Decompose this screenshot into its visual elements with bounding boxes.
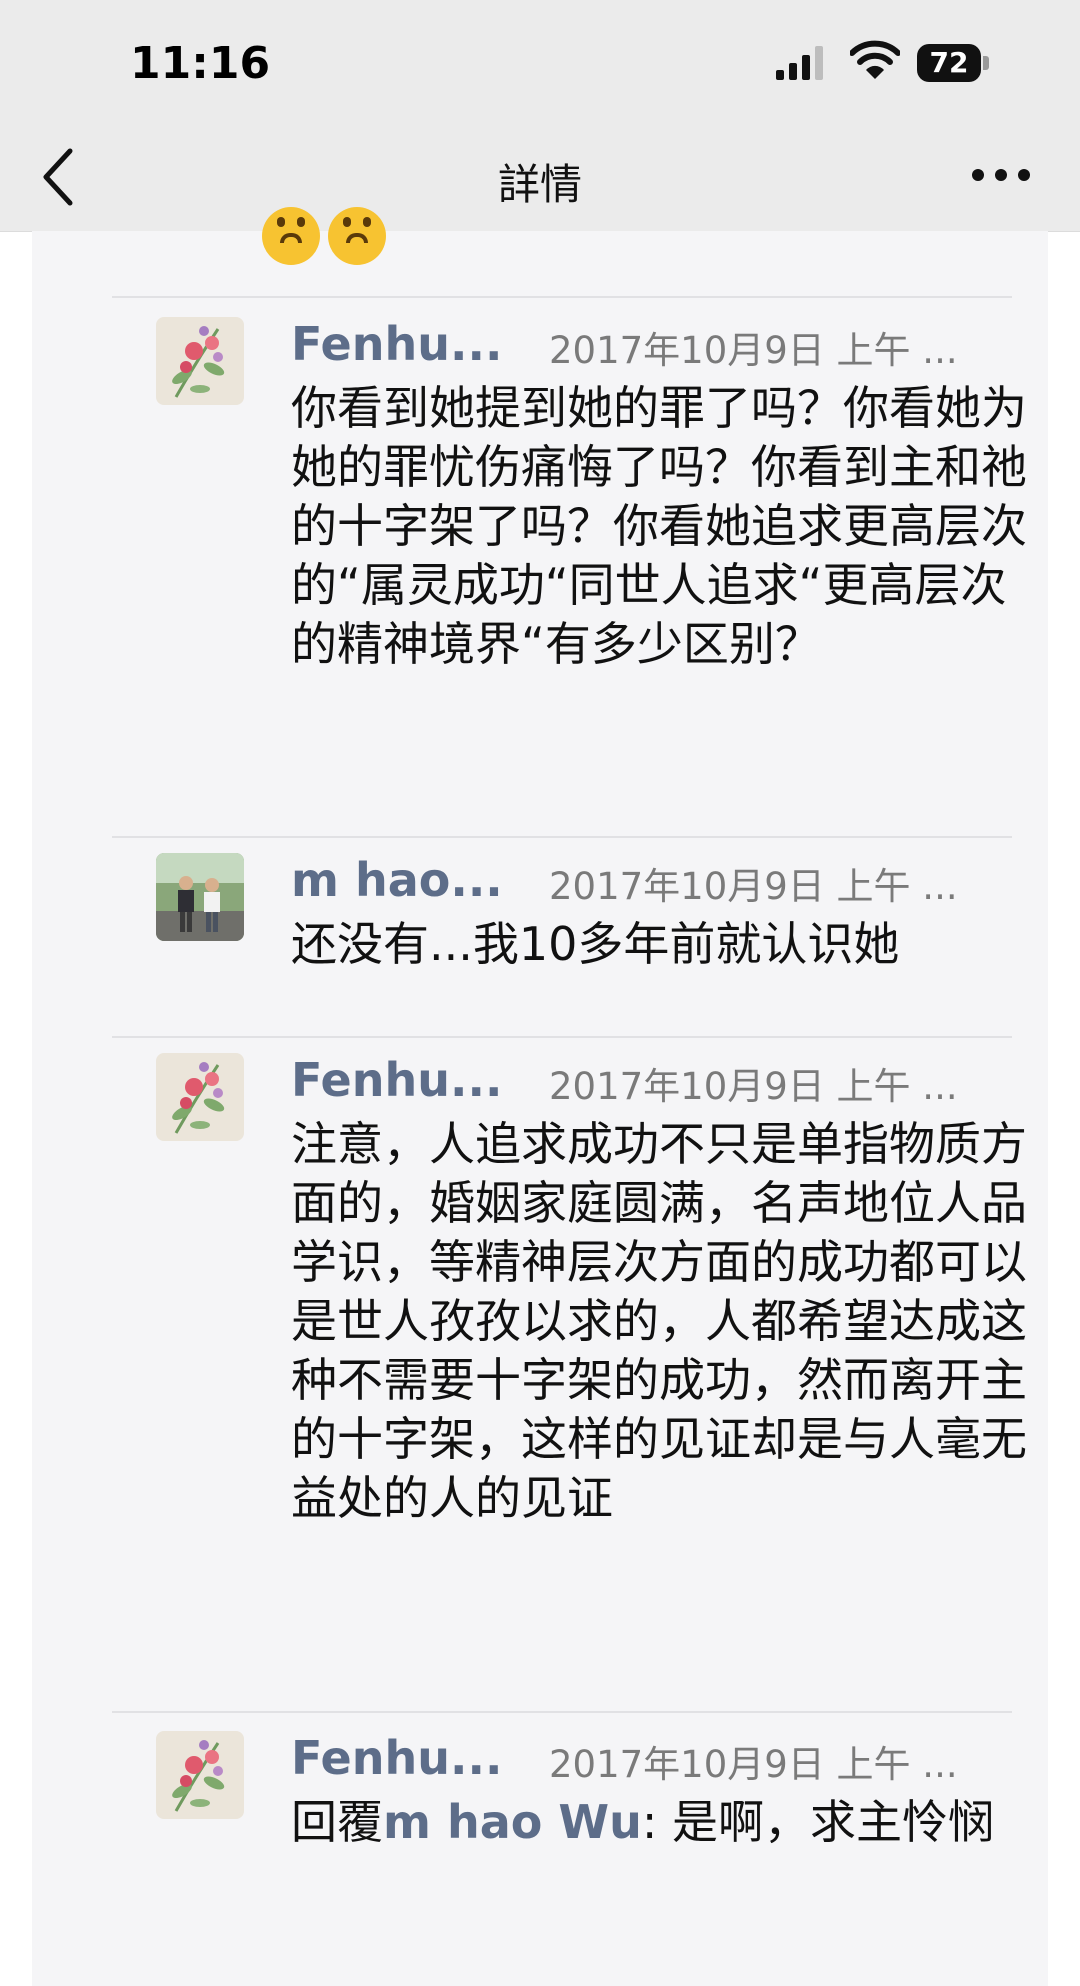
comment-author[interactable]: m hao... — [291, 853, 503, 907]
emoji-icon — [328, 207, 386, 265]
flower-avatar-image — [156, 317, 244, 405]
navigation-bar: 詳情 — [0, 125, 1080, 232]
reply-text: : 是啊，求主怜悯 — [641, 1795, 994, 1849]
divider — [112, 836, 1012, 838]
battery-icon: 72 — [917, 44, 991, 84]
emoji-icon — [262, 207, 320, 265]
photo-avatar-image — [156, 853, 244, 941]
reply-mention-link[interactable]: m hao Wu — [383, 1795, 642, 1849]
cellular-signal-icon — [776, 46, 823, 80]
battery-cap — [983, 56, 989, 70]
avatar[interactable] — [156, 1731, 244, 1819]
comment-header: Fenhu... 2017年10月9日 上午 ... — [291, 1731, 1036, 1791]
avatar[interactable] — [156, 853, 244, 941]
comment-author[interactable]: Fenhu... — [291, 1731, 502, 1785]
battery-level: 72 — [917, 44, 981, 82]
page-title: 詳情 — [497, 160, 582, 209]
avatar[interactable] — [156, 317, 244, 405]
comment-date: 2017年10月9日 上午 ... — [549, 1743, 958, 1786]
divider — [112, 1711, 1012, 1713]
comment-author[interactable]: Fenhu... — [291, 1053, 502, 1107]
comment-date: 2017年10月9日 上午 ... — [549, 329, 958, 372]
comment-text: 你看到她提到她的罪了吗？你看她为她的罪忧伤痛悔了吗？你看到主和祂的十字架了吗？你… — [291, 381, 1027, 671]
comment-text: 还没有...我10多年前就认识她 — [291, 917, 900, 971]
divider — [112, 296, 1012, 298]
flower-avatar-image — [156, 1731, 244, 1819]
more-options-icon[interactable] — [972, 169, 1030, 183]
comment-text: 注意，人追求成功不只是单指物质方面的，婚姻家庭圆满，名声地位人品学识，等精神层次… — [291, 1117, 1027, 1525]
status-time: 11:16 — [130, 38, 271, 89]
wifi-icon — [850, 40, 900, 79]
comment-header: m hao... 2017年10月9日 上午 ... — [291, 853, 1036, 913]
comment-author[interactable]: Fenhu... — [291, 317, 502, 371]
comment-text: 回覆m hao Wu: 是啊，求主怜悯 — [291, 1793, 1036, 1852]
comment-header: Fenhu... 2017年10月9日 上午 ... — [291, 1053, 1036, 1113]
comment-panel: Fenhu... 2017年10月9日 上午 ... 你看到她提到她的罪了吗？你… — [32, 207, 1048, 1986]
comment-date: 2017年10月9日 上午 ... — [549, 1065, 958, 1108]
avatar[interactable] — [156, 1053, 244, 1141]
reply-prefix: 回覆 — [291, 1795, 383, 1849]
flower-avatar-image — [156, 1053, 244, 1141]
comment-header: Fenhu... 2017年10月9日 上午 ... — [291, 317, 1036, 377]
status-bar: 11:16 72 — [0, 0, 1080, 125]
comment-date: 2017年10月9日 上午 ... — [549, 865, 958, 908]
divider — [112, 1036, 1012, 1038]
